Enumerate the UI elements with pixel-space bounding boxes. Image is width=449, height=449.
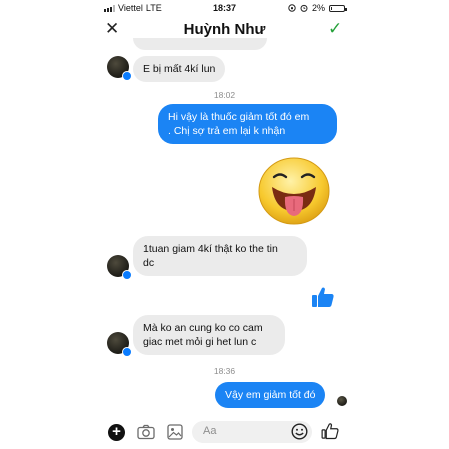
thumbs-up-icon[interactable] <box>321 422 339 440</box>
battery-icon <box>329 4 348 12</box>
emoji-icon[interactable] <box>291 423 308 440</box>
tongue-out-emoji[interactable] <box>257 153 331 227</box>
message-text: E bị mất 4kí lun <box>143 63 216 75</box>
thumbs-up-icon[interactable] <box>311 285 335 309</box>
avatar[interactable] <box>107 332 132 357</box>
outgoing-message[interactable]: Hi vậy là thuốc giảm tốt đó em . Chị sợ … <box>158 104 337 144</box>
messenger-badge-icon <box>122 71 132 81</box>
composer-toolbar: + Aa <box>0 416 449 449</box>
avatar[interactable] <box>107 255 132 280</box>
status-right: 2% <box>288 3 348 13</box>
status-bar: Viettel LTE 18:37 2% <box>0 0 449 16</box>
lock-rotation-icon <box>288 4 296 12</box>
message-line: Mà ko an cung ko co cam <box>143 322 263 334</box>
messenger-badge-icon <box>122 270 132 280</box>
alarm-icon <box>300 4 308 12</box>
incoming-message[interactable]: Mà ko an cung ko co cam giac met mỏi gi … <box>133 315 285 355</box>
plus-icon[interactable]: + <box>108 424 125 441</box>
message-line: Hi vậy là thuốc giảm tốt đó em <box>168 111 310 123</box>
message-input-placeholder: Aa <box>203 425 217 437</box>
checkmark-icon[interactable]: ✓ <box>328 19 342 39</box>
message-line: 1tuan giam 4kí thật ko the tin <box>143 243 278 255</box>
timestamp: 18:02 <box>213 90 236 100</box>
message-line: dc <box>143 257 155 269</box>
message-text: Vậy em giảm tốt đó <box>225 389 316 401</box>
previous-message-bubble <box>133 38 267 50</box>
message-line: . Chị sợ trả em lại k nhận <box>168 125 286 137</box>
timestamp: 18:36 <box>213 366 236 376</box>
avatar[interactable] <box>107 56 132 81</box>
battery-percent: 2% <box>312 3 326 13</box>
gallery-icon[interactable] <box>167 424 183 440</box>
conversation-title: Huỳnh Như <box>183 21 266 38</box>
camera-icon[interactable] <box>137 424 155 440</box>
outgoing-message[interactable]: Vậy em giảm tốt đó <box>215 382 326 408</box>
status-time: 18:37 <box>212 3 237 13</box>
messenger-badge-icon <box>122 347 132 357</box>
message-line: giac met mỏi gi het lun c <box>143 336 257 348</box>
incoming-message[interactable]: 1tuan giam 4kí thật ko the tin dc <box>133 236 307 276</box>
seen-avatar <box>337 396 347 406</box>
incoming-message[interactable]: E bị mất 4kí lun <box>133 56 226 82</box>
